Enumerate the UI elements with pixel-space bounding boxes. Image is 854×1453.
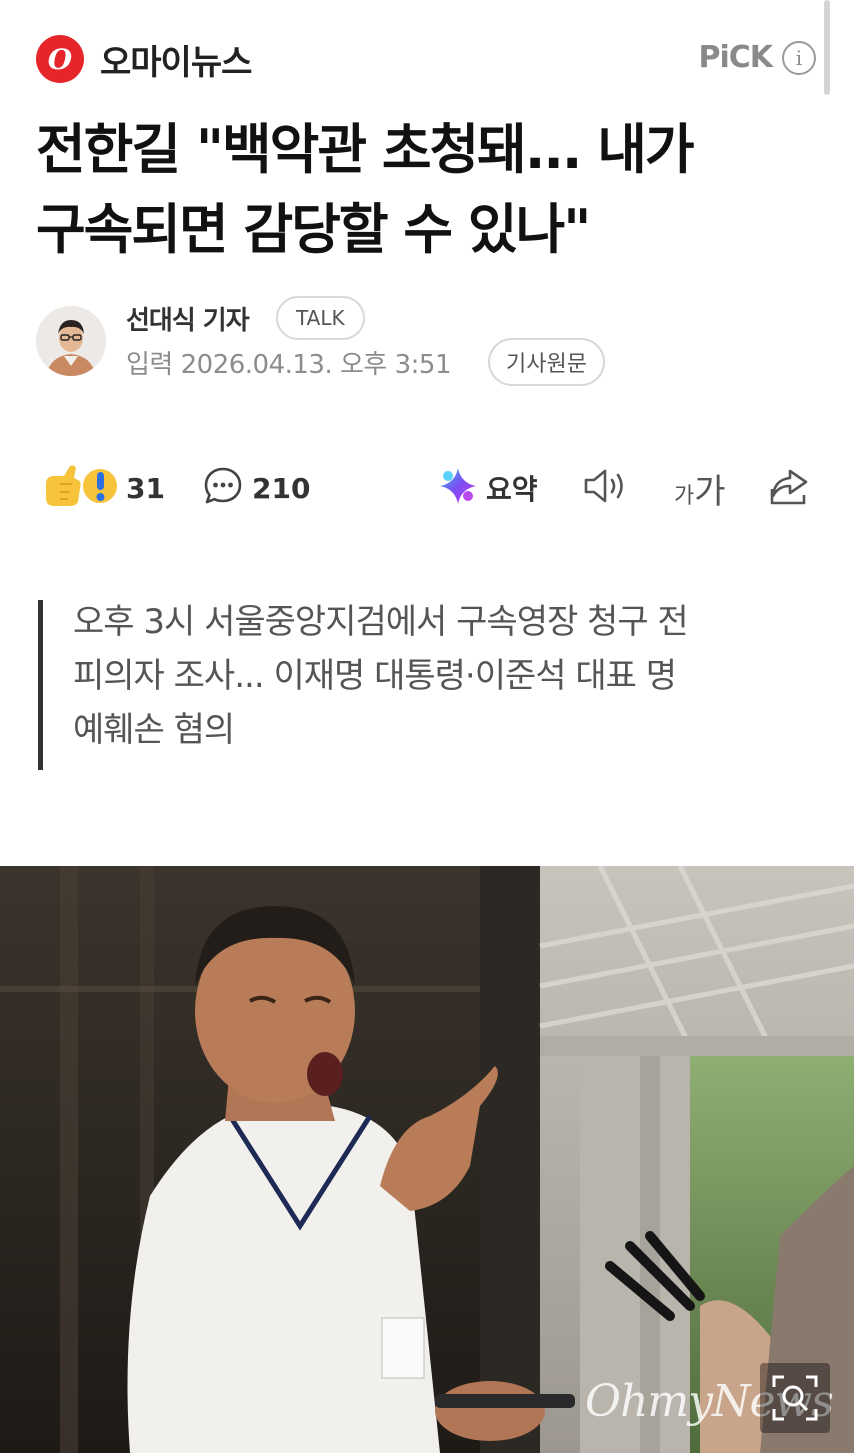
- headline-line-1: 전한길 "백악관 초청돼... 내가: [36, 118, 695, 181]
- pick-badge[interactable]: PiCK i: [698, 40, 816, 75]
- font-size-button[interactable]: 가가: [674, 458, 726, 518]
- reaction-emoji-icon: [40, 462, 118, 514]
- scrollbar[interactable]: [824, 0, 830, 95]
- reporter-name[interactable]: 선대식 기자: [126, 300, 250, 337]
- reaction-count: 31: [126, 471, 165, 505]
- summary-button[interactable]: 요약: [438, 458, 538, 518]
- comment-button[interactable]: 210: [202, 458, 310, 518]
- article-photo[interactable]: OhmyNews: [0, 866, 854, 1453]
- pick-label: PiCK: [698, 40, 773, 75]
- press-logo-letter: O: [47, 42, 73, 76]
- press-header: O 오마이뉴스 PiCK i: [36, 34, 816, 84]
- headline-line-2: 구속되면 감당할 수 있나": [36, 198, 591, 261]
- article-headline: 전한길 "백악관 초청돼... 내가 구속되면 감당할 수 있나": [36, 110, 826, 270]
- article-toolbar: 31 210 요약 가가: [36, 458, 816, 518]
- publish-date: 입력 2026.04.13. 오후 3:51: [126, 350, 452, 380]
- info-icon[interactable]: i: [782, 40, 816, 75]
- byline: 선대식 기자 TALK 입력 2026.04.13. 오후 3:51 기사원문: [36, 296, 826, 394]
- comment-icon: [202, 465, 244, 511]
- press-name[interactable]: 오마이뉴스: [100, 35, 252, 84]
- reporter-avatar[interactable]: [36, 306, 106, 376]
- original-article-button[interactable]: 기사원문: [488, 338, 605, 386]
- photo-expand-button[interactable]: [760, 1363, 830, 1433]
- font-size-icon: 가가: [674, 471, 726, 512]
- ai-summary-icon: [438, 466, 478, 510]
- article-subheading: 오후 3시 서울중앙지검에서 구속영장 청구 전 피의자 조사... 이재명 대…: [38, 600, 828, 770]
- share-icon: [768, 465, 812, 511]
- summary-label: 요약: [486, 473, 538, 506]
- magnify-expand-icon: [770, 1373, 820, 1423]
- press-logo[interactable]: O: [36, 35, 84, 83]
- tts-button[interactable]: [582, 458, 630, 518]
- share-button[interactable]: [768, 458, 812, 518]
- reaction-button[interactable]: 31: [40, 458, 165, 518]
- talk-button[interactable]: TALK: [276, 296, 365, 340]
- speaker-icon: [582, 465, 630, 511]
- comment-count: 210: [252, 471, 311, 505]
